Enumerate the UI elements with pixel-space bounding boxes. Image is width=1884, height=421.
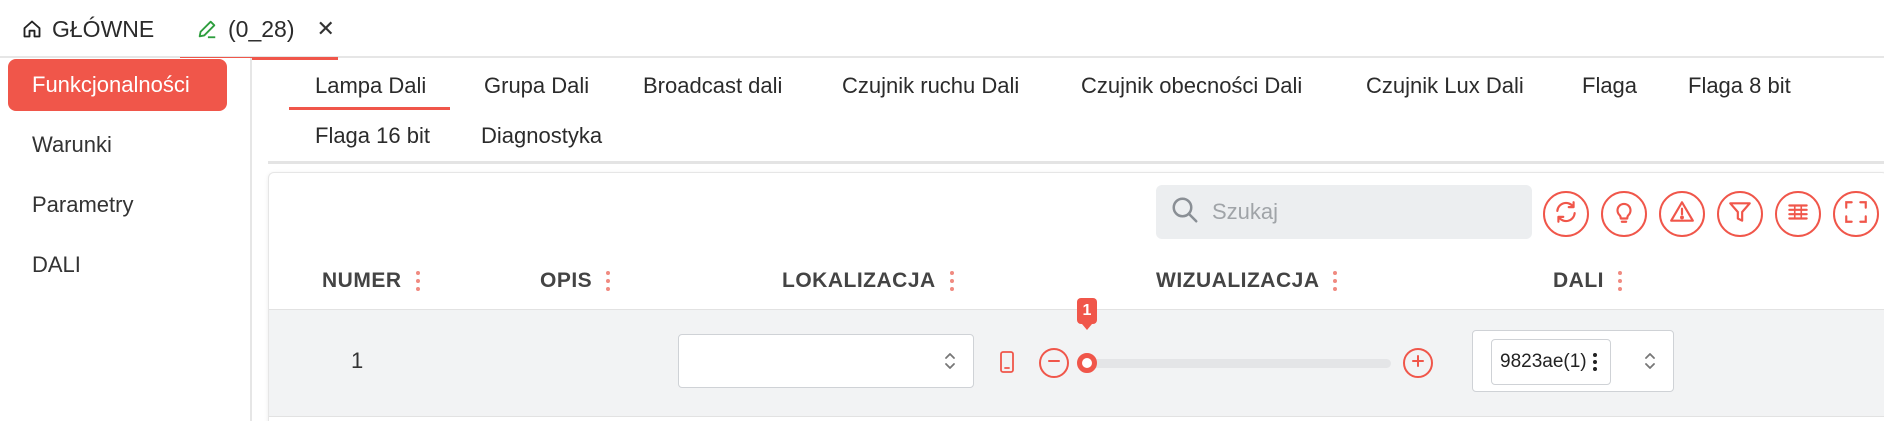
brightness-slider-thumb[interactable]	[1077, 353, 1097, 373]
sidebar-item-parametry[interactable]: Parametry	[8, 179, 227, 231]
tab-grupa-dali[interactable]: Grupa Dali	[484, 62, 589, 110]
dali-chip-label: 9823ae(1)	[1500, 351, 1587, 372]
search-input[interactable]	[1212, 199, 1512, 225]
cell-numer: 1	[351, 348, 364, 373]
minus-icon	[1046, 353, 1062, 374]
mobile-icon[interactable]	[999, 350, 1015, 379]
home-icon	[22, 19, 42, 39]
sidebar-item-dali[interactable]: DALI	[8, 239, 227, 291]
sidebar: Funkcjonalności Warunki Parametry DALI	[0, 58, 252, 421]
tab-flaga-8-bit[interactable]: Flaga 8 bit	[1688, 62, 1791, 110]
lightbulb-icon	[1611, 199, 1637, 230]
warning-button[interactable]	[1659, 191, 1705, 237]
tab-document-label: (0_28)	[228, 15, 295, 42]
tab-flaga-16-bit[interactable]: Flaga 16 bit	[315, 112, 430, 160]
increase-button[interactable]	[1403, 348, 1433, 378]
column-header-label: WIZUALIZACJA	[1156, 269, 1320, 292]
pencil-icon	[196, 18, 218, 40]
sidebar-item-warunki[interactable]: Warunki	[8, 119, 227, 171]
columns-button[interactable]	[1775, 191, 1821, 237]
filter-button[interactable]	[1717, 191, 1763, 237]
column-menu-icon[interactable]	[1333, 271, 1338, 291]
columns-icon	[1785, 199, 1811, 230]
column-header-wizualizacja[interactable]: WIZUALIZACJA	[1156, 253, 1338, 309]
refresh-icon	[1553, 199, 1579, 230]
column-menu-icon[interactable]	[606, 271, 611, 291]
column-header-lokalizacja[interactable]: LOKALIZACJA	[782, 253, 954, 309]
tab-czujnik-ruchu-dali[interactable]: Czujnik ruchu Dali	[842, 62, 1019, 110]
tab-flaga[interactable]: Flaga	[1582, 62, 1637, 110]
sidebar-item-label: Parametry	[32, 192, 134, 217]
tab-home-label: GŁÓWNE	[52, 15, 155, 42]
column-header-label: OPIS	[540, 269, 593, 292]
tab-home[interactable]: GŁÓWNE	[22, 0, 154, 58]
tab-czujnik-obecnosci-dali[interactable]: Czujnik obecności Dali	[1081, 62, 1302, 110]
tab-lampa-dali[interactable]: Lampa Dali	[288, 62, 451, 110]
search-icon	[1170, 195, 1200, 230]
tab-broadcast-dali[interactable]: Broadcast dali	[643, 62, 782, 110]
tab-diagnostyka[interactable]: Diagnostyka	[481, 112, 602, 160]
lightbulb-button[interactable]	[1601, 191, 1647, 237]
table-row: 1 1 9823ae(1)	[269, 298, 1884, 417]
column-header-dali[interactable]: DALI	[1553, 253, 1622, 309]
decrease-button[interactable]	[1039, 348, 1069, 378]
chevron-updown-icon	[1643, 350, 1657, 377]
fullscreen-button[interactable]	[1833, 191, 1879, 237]
column-header-label: NUMER	[322, 269, 402, 292]
column-header-label: LOKALIZACJA	[782, 269, 936, 292]
column-header-numer[interactable]: NUMER	[322, 253, 420, 309]
tab-czujnik-lux-dali[interactable]: Czujnik Lux Dali	[1366, 62, 1524, 110]
search-box[interactable]	[1156, 185, 1532, 239]
column-header-opis[interactable]: OPIS	[540, 253, 611, 309]
tab-document[interactable]: (0_28) ✕	[180, 0, 338, 60]
column-header-label: DALI	[1553, 269, 1604, 292]
refresh-button[interactable]	[1543, 191, 1589, 237]
close-icon[interactable]: ✕	[316, 16, 334, 42]
sidebar-item-label: Funkcjonalności	[32, 72, 190, 97]
top-tab-bar: GŁÓWNE (0_28) ✕	[0, 0, 1884, 60]
column-menu-icon[interactable]	[415, 271, 420, 291]
dali-chip[interactable]: 9823ae(1)	[1491, 339, 1611, 385]
sidebar-item-label: DALI	[32, 252, 81, 277]
table-card: NUMER OPIS LOKALIZACJA WIZUALIZACJA DALI…	[268, 172, 1884, 421]
function-tabs: Lampa Dali Grupa Dali Broadcast dali Czu…	[268, 58, 1884, 164]
chevron-updown-icon	[943, 350, 957, 377]
chip-menu-icon[interactable]	[1592, 353, 1597, 371]
sidebar-item-funkcjonalnosci[interactable]: Funkcjonalności	[8, 59, 227, 111]
fullscreen-icon	[1843, 199, 1869, 230]
column-menu-icon[interactable]	[949, 271, 954, 291]
warning-icon	[1669, 199, 1695, 230]
dali-select[interactable]: 9823ae(1)	[1472, 330, 1674, 392]
sidebar-item-label: Warunki	[32, 132, 112, 157]
brightness-slider-track[interactable]	[1087, 359, 1391, 368]
slider-value-badge: 1	[1077, 298, 1097, 330]
filter-icon	[1727, 199, 1753, 230]
plus-icon	[1410, 353, 1426, 374]
lokalizacja-select[interactable]	[678, 334, 974, 388]
column-menu-icon[interactable]	[1618, 271, 1622, 291]
